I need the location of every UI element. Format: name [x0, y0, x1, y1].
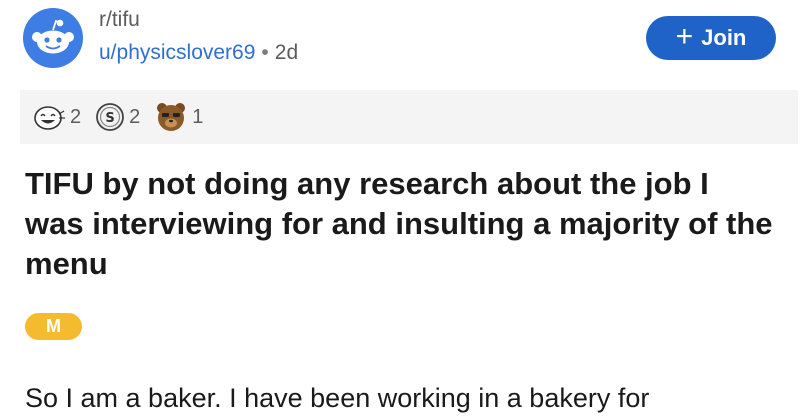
award-bear[interactable]: 1 — [154, 100, 203, 134]
snoo-icon — [32, 19, 74, 54]
join-button[interactable]: + Join — [646, 16, 776, 60]
award-count: 1 — [192, 105, 204, 128]
subreddit-avatar[interactable] — [23, 8, 83, 68]
plus-icon: + — [675, 19, 694, 53]
silver-coin-icon: S — [96, 103, 125, 131]
subreddit-name[interactable]: r/tifu — [99, 8, 140, 32]
join-label: Join — [701, 25, 747, 50]
award-count: 2 — [129, 105, 141, 128]
awards-strip[interactable]: 2 S 2 1 — [20, 90, 798, 144]
byline-separator: • — [261, 41, 269, 64]
post-flair[interactable]: M — [25, 313, 82, 340]
laughing-face-icon — [34, 106, 65, 130]
award-laughing[interactable]: 2 — [32, 102, 81, 132]
post-body: So I am a baker. I have been working in … — [25, 383, 650, 413]
award-silver[interactable]: S 2 — [95, 102, 140, 132]
award-count: 2 — [70, 105, 82, 128]
svg-text:S: S — [105, 111, 114, 126]
post-title[interactable]: TIFU by not doing any research about the… — [25, 164, 775, 284]
post-age: 2d — [274, 41, 299, 64]
author-username[interactable]: u/physicslover69 — [99, 41, 255, 64]
post-header: r/tifu u/physicslover69 • 2d + Join — [0, 0, 800, 80]
bear-award-icon — [157, 103, 186, 131]
post-byline: u/physicslover69 • 2d — [99, 41, 298, 65]
